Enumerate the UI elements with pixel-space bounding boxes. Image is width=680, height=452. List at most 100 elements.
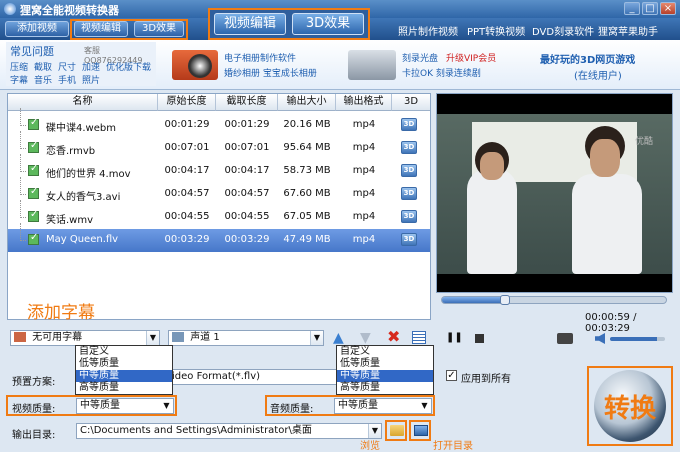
dvd-burn-link[interactable]: DVD刻录软件 — [532, 23, 594, 38]
open-folder-icon[interactable] — [414, 425, 428, 436]
chevron-down-icon[interactable]: ▼ — [310, 331, 323, 345]
volume-icon[interactable] — [595, 333, 605, 344]
ad-game-title[interactable]: 最好玩的3D网页游戏 — [540, 51, 635, 66]
col-header-output-size[interactable]: 输出大小 — [278, 94, 336, 111]
video-quality-dropdown[interactable]: 自定义 低等质量 中等质量 高等质量 — [75, 345, 173, 395]
dropdown-option-highlighted[interactable]: 中等质量 — [76, 370, 172, 382]
subtitle-select[interactable]: 无可用字幕 ▼ — [10, 330, 160, 346]
row-checkbox[interactable] — [28, 140, 39, 153]
faq-link[interactable]: 压缩 — [10, 60, 28, 73]
dropdown-option[interactable]: 高等质量 — [337, 382, 433, 394]
student-face — [590, 139, 620, 177]
row-checkbox[interactable] — [28, 117, 39, 130]
minimize-button[interactable]: _ — [624, 2, 640, 15]
clear-list-icon[interactable] — [412, 331, 426, 344]
faq-link[interactable]: 截取 — [34, 60, 52, 73]
audio-quality-dropdown[interactable]: 自定义 低等质量 中等质量 高等质量 — [336, 345, 434, 395]
video-quality-select[interactable]: 中等质量 ▼ — [76, 398, 174, 414]
row-checkbox[interactable] — [28, 209, 39, 222]
dropdown-option[interactable]: 低等质量 — [76, 358, 172, 370]
table-row-selected[interactable]: May Queen.flv 00:03:29 00:03:29 47.49 MB… — [8, 223, 430, 252]
dropdown-option-highlighted[interactable]: 中等质量 — [337, 370, 433, 382]
ad-album-title[interactable]: 电子相册制作软件 — [224, 51, 296, 64]
browse-annotation: 浏览 — [360, 441, 380, 452]
faq-link[interactable]: 照片 — [82, 73, 100, 86]
dvd-phone-icon[interactable] — [348, 50, 396, 80]
photo-video-link[interactable]: 照片制作视频 — [398, 23, 458, 38]
add-video-button[interactable]: 添加视频 — [5, 21, 69, 37]
original-length: 00:04:57 — [164, 188, 210, 199]
convert-icon: 转换 — [594, 370, 666, 442]
audio-quality-select[interactable]: 中等质量 ▼ — [334, 398, 432, 414]
row-checkbox[interactable] — [28, 163, 39, 176]
folder-icon[interactable] — [390, 425, 404, 436]
app-logo-icon — [4, 3, 16, 15]
output-size: 47.49 MB — [283, 234, 331, 245]
col-header-original-length[interactable]: 原始长度 — [158, 94, 216, 111]
apply-all-checkbox[interactable]: ✓ — [446, 370, 457, 381]
dropdown-option[interactable]: 自定义 — [76, 346, 172, 358]
3d-icon[interactable]: 3D — [401, 118, 417, 131]
row-checkbox[interactable] — [28, 232, 39, 245]
table-row[interactable]: 恋香.rmvb 00:07:01 00:07:01 95.64 MB mp4 3… — [8, 131, 430, 160]
faq-link[interactable]: 尺寸 — [58, 60, 76, 73]
3d-icon[interactable]: 3D — [401, 233, 417, 246]
chevron-down-icon[interactable]: ▼ — [146, 331, 159, 345]
video-edit-zoomed-button[interactable]: 视频编辑 — [214, 13, 286, 35]
output-size: 67.05 MB — [283, 211, 331, 222]
row-checkbox[interactable] — [28, 186, 39, 199]
col-header-cut-length[interactable]: 截取长度 — [216, 94, 278, 111]
apple-assistant-link[interactable]: 狸窝苹果助手 — [598, 23, 658, 38]
convert-button[interactable]: 转换 — [587, 366, 673, 446]
move-up-icon[interactable]: ▲ — [333, 331, 344, 345]
table-row[interactable]: 碟中谍4.webm 00:01:29 00:01:29 20.16 MB mp4… — [8, 108, 430, 137]
dropdown-option[interactable]: 低等质量 — [337, 358, 433, 370]
seek-handle[interactable] — [499, 295, 510, 305]
video-preview[interactable]: 优酷 — [436, 93, 673, 293]
volume-slider[interactable] — [610, 337, 665, 341]
3d-icon[interactable]: 3D — [401, 187, 417, 200]
audio-track-select[interactable]: 声道 1 ▼ — [168, 330, 324, 346]
col-header-3d[interactable]: 3D — [392, 94, 430, 111]
move-down-icon[interactable]: ▼ — [360, 331, 371, 345]
ad-burn-title[interactable]: 刻录光盘 — [402, 51, 438, 64]
table-row[interactable]: 笑话.wmv 00:04:55 00:04:55 67.05 MB mp4 3D — [8, 200, 430, 229]
faq-link[interactable]: 优化版下载 — [106, 60, 151, 73]
ad-vip-link[interactable]: 升级VIP会员 — [446, 51, 496, 64]
faq-link[interactable]: 手机 — [58, 73, 76, 86]
cut-length: 00:01:29 — [224, 119, 270, 130]
video-quality-value: 中等质量 — [80, 400, 120, 411]
ad-karaoke-link[interactable]: 卡拉OK 刻录连续剧 — [402, 66, 481, 79]
col-header-output-format[interactable]: 输出格式 — [336, 94, 392, 111]
faq-link[interactable]: 字幕 — [10, 73, 28, 86]
dropdown-option[interactable]: 自定义 — [337, 346, 433, 358]
seek-slider[interactable] — [441, 295, 667, 305]
subtitle-icon — [14, 332, 26, 342]
3d-icon[interactable]: 3D — [401, 141, 417, 154]
highlight-audio-quality: 音频质量: 中等质量 ▼ — [265, 395, 435, 416]
delete-icon[interactable]: ✖ — [387, 329, 400, 345]
chevron-down-icon[interactable]: ▼ — [160, 399, 173, 413]
close-button[interactable]: × — [660, 2, 676, 15]
pause-icon[interactable]: ❚❚ — [446, 332, 463, 344]
3d-icon[interactable]: 3D — [401, 164, 417, 177]
chevron-down-icon[interactable]: ▼ — [418, 399, 431, 413]
ppt-video-link[interactable]: PPT转换视频 — [467, 23, 525, 38]
add-subtitle-annotation: 添加字幕 — [27, 303, 95, 323]
3d-effect-zoomed-button[interactable]: 3D效果 — [292, 13, 364, 35]
col-header-name[interactable]: 名称 — [8, 94, 158, 111]
dropdown-option[interactable]: 高等质量 — [76, 382, 172, 394]
faq-link[interactable]: 音乐 — [34, 73, 52, 86]
output-dir-select[interactable]: C:\Documents and Settings\Administrator\… — [76, 423, 382, 439]
faq-link[interactable]: 加速 — [82, 60, 100, 73]
output-dir-label: 输出目录: — [12, 430, 56, 441]
stop-icon[interactable] — [475, 334, 484, 343]
chevron-down-icon[interactable]: ▼ — [368, 424, 381, 438]
camera-icon[interactable] — [557, 333, 573, 344]
maximize-button[interactable]: □ — [642, 2, 658, 15]
ad-album-subtitle[interactable]: 婚纱相册 宝宝成长相册 — [224, 66, 317, 79]
3d-icon[interactable]: 3D — [401, 210, 417, 223]
table-row[interactable]: 女人的香气3.avi 00:04:57 00:04:57 67.60 MB mp… — [8, 177, 430, 206]
ad-game-subtitle[interactable]: (在线用户) — [574, 67, 622, 82]
table-row[interactable]: 他们的世界 4.mov 00:04:17 00:04:17 58.73 MB m… — [8, 154, 430, 183]
